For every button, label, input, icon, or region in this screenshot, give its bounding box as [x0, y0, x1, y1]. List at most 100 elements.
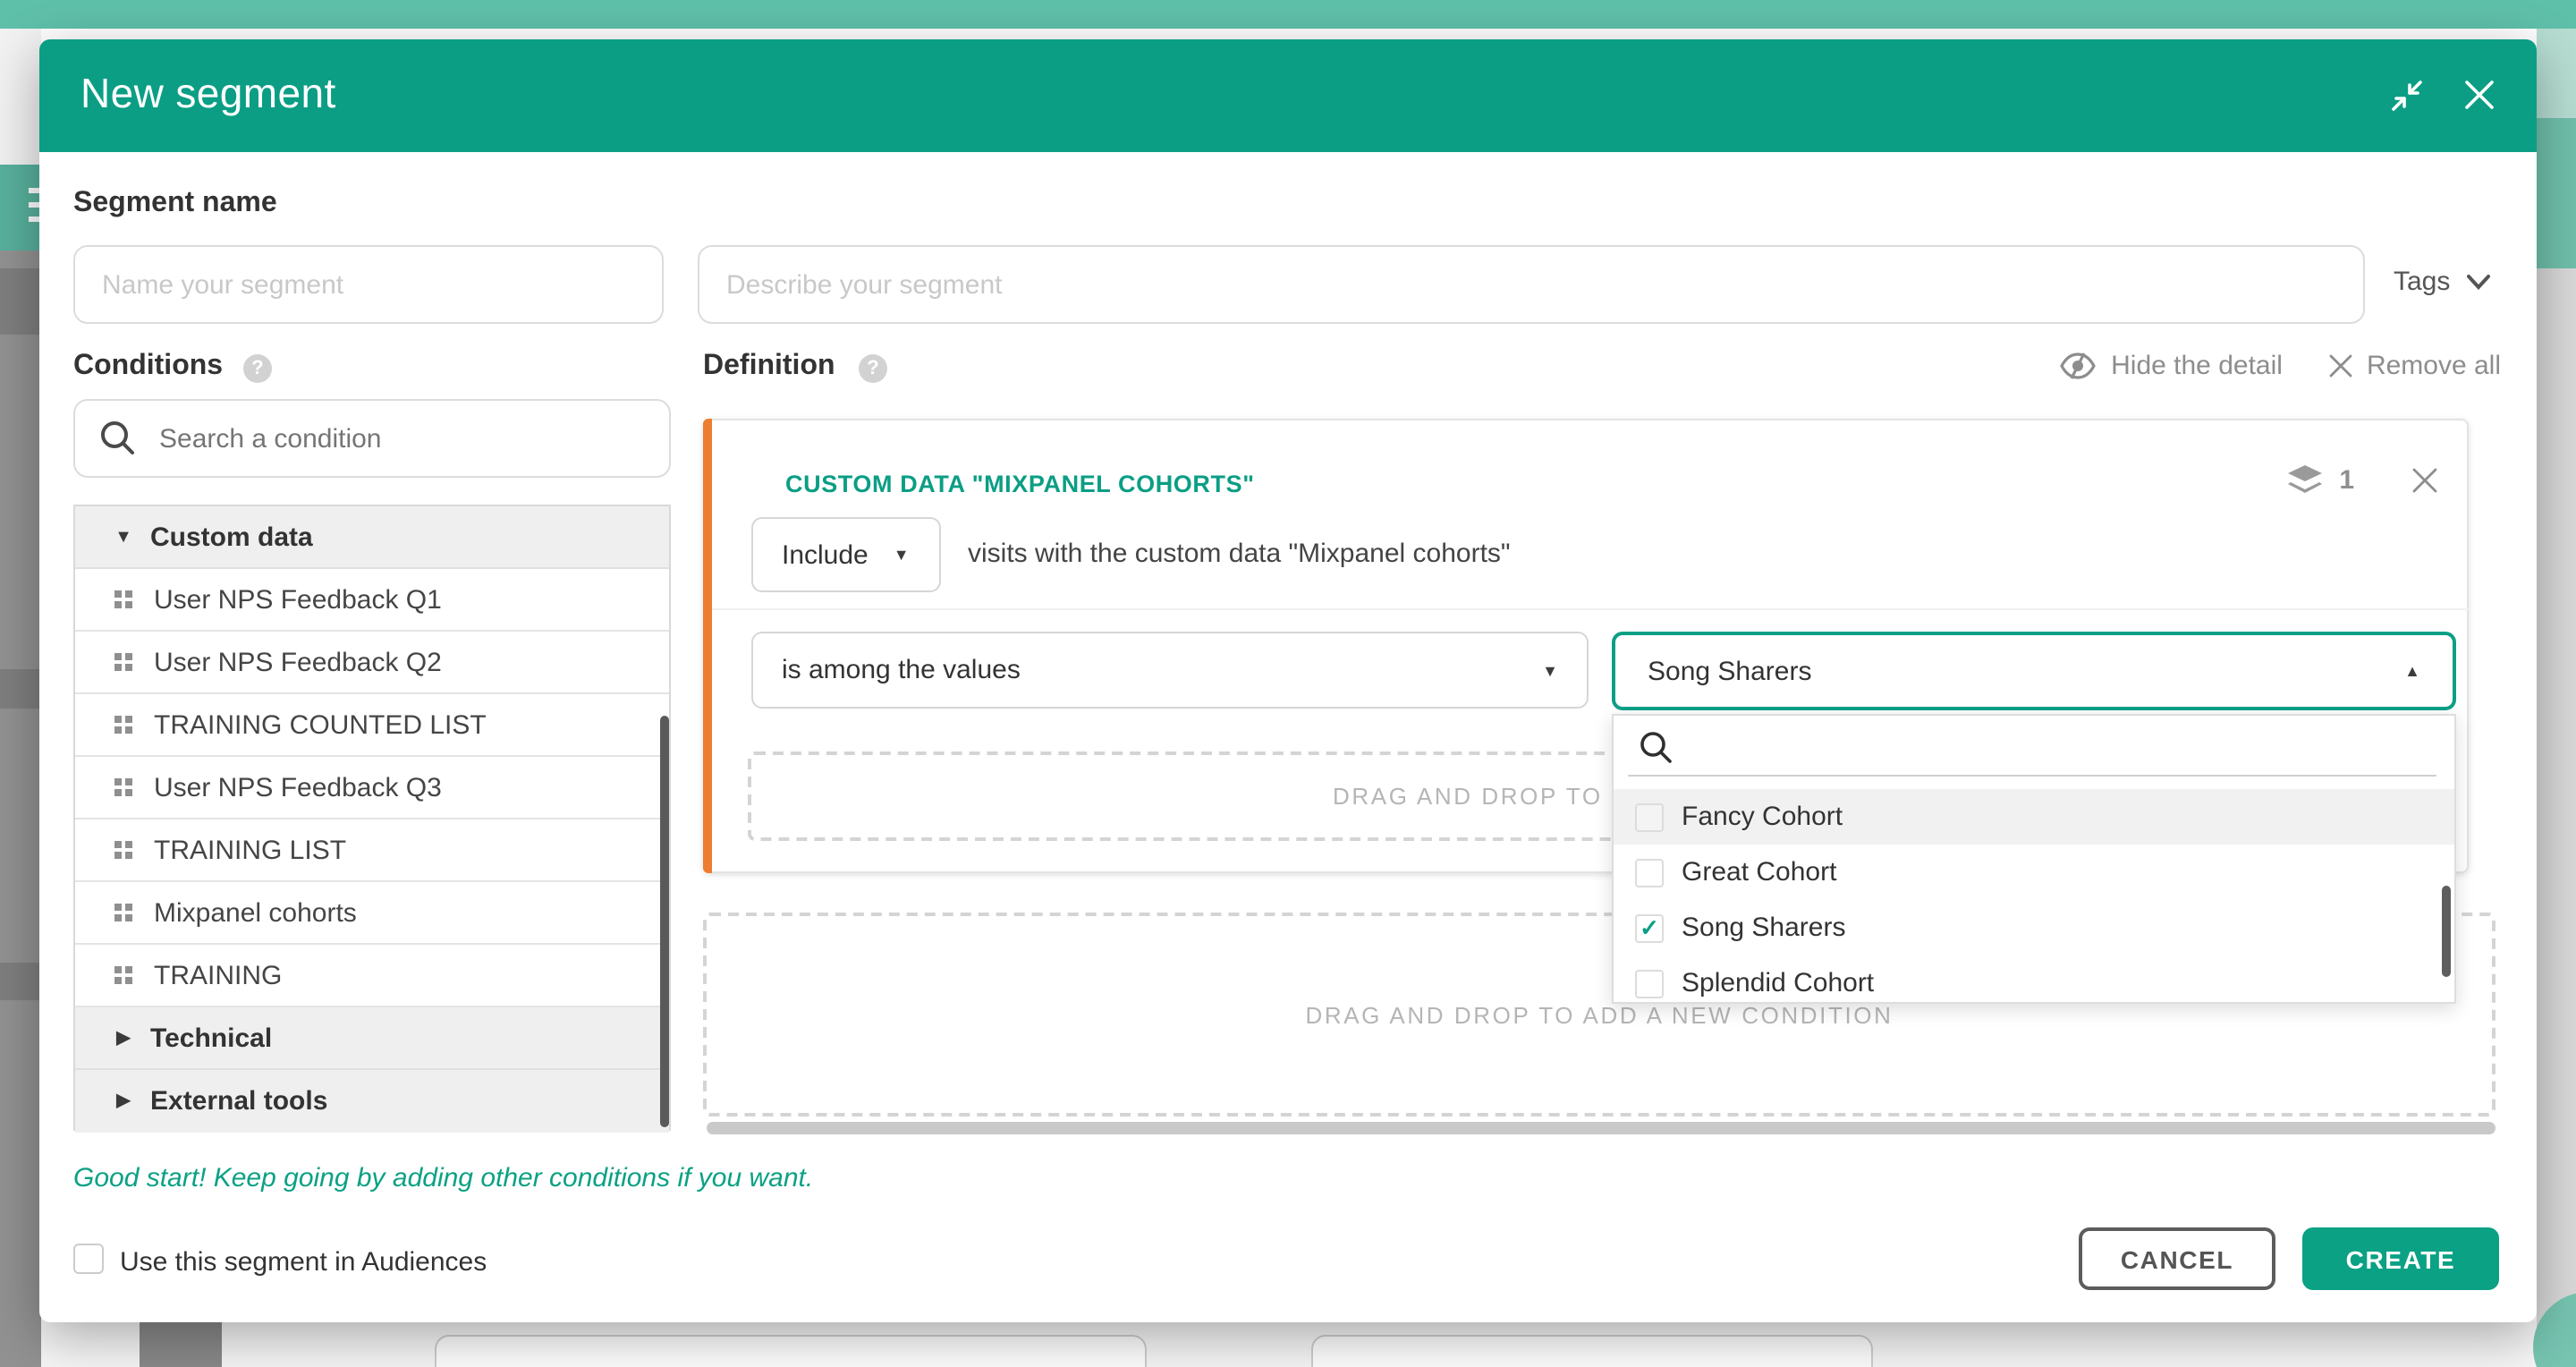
checkbox-unchecked[interactable]	[1635, 858, 1664, 887]
app-topbar	[0, 0, 2576, 29]
dropdown-divider	[1628, 775, 2436, 777]
modal-header: New segment	[39, 39, 2537, 152]
condition-item[interactable]: TRAINING COUNTED LIST	[75, 694, 669, 757]
drag-handle-icon	[114, 966, 132, 984]
include-dropdown[interactable]: Include ▼	[751, 517, 941, 592]
condition-label: Mixpanel cohorts	[154, 897, 357, 928]
encouragement-hint: Good start! Keep going by adding other c…	[73, 1163, 813, 1193]
backdrop-right-top	[2537, 29, 2576, 118]
condition-count: 1	[2339, 465, 2354, 496]
segment-name-input[interactable]	[73, 245, 664, 324]
values-search-input[interactable]	[1689, 723, 2404, 769]
condition-label: TRAINING COUNTED LIST	[154, 709, 487, 740]
option-label: Great Cohort	[1682, 857, 1836, 887]
create-button[interactable]: CREATE	[2302, 1227, 2499, 1290]
sidebar-menu-button[interactable]	[0, 165, 41, 250]
caret-down-icon: ▼	[97, 527, 150, 547]
audiences-label: Use this segment in Audiences	[120, 1247, 487, 1278]
option-fancy-cohort[interactable]: Fancy Cohort	[1614, 789, 2454, 845]
section-technical[interactable]: ▶ Technical	[75, 1007, 669, 1070]
search-icon	[98, 419, 138, 458]
include-value: Include	[782, 539, 869, 570]
section-label: Custom data	[150, 522, 313, 552]
drag-handle-icon	[114, 904, 132, 921]
operator-dropdown[interactable]: is among the values ▼	[751, 632, 1589, 709]
cancel-button[interactable]: CANCEL	[2079, 1227, 2275, 1290]
conditions-list: ▼ Custom data User NPS Feedback Q1 User …	[73, 505, 671, 1131]
collapse-icon[interactable]	[2390, 78, 2424, 112]
card-divider	[712, 608, 2469, 610]
drag-handle-icon	[114, 653, 132, 671]
definition-title: Definition	[703, 351, 835, 383]
app-sidebar	[0, 250, 41, 1367]
hide-detail-label: Hide the detail	[2111, 351, 2283, 381]
section-custom-data[interactable]: ▼ Custom data	[75, 506, 669, 569]
backdrop-right	[2537, 268, 2576, 1367]
drag-handle-icon	[114, 778, 132, 796]
check-icon: ✓	[1640, 916, 1659, 939]
new-segment-modal: New segment Segment name Tags	[39, 39, 2537, 1322]
sidebar-item	[0, 268, 41, 335]
operator-value: is among the values	[782, 655, 1021, 685]
condition-item[interactable]: User NPS Feedback Q2	[75, 632, 669, 694]
card-accent-bar	[703, 419, 712, 873]
condition-search[interactable]	[73, 399, 671, 478]
option-label: Song Sharers	[1682, 913, 1845, 943]
conditions-title: Conditions	[73, 351, 223, 383]
drag-handle-icon	[114, 841, 132, 859]
drag-handle-icon	[114, 716, 132, 734]
section-external-tools[interactable]: ▶ External tools	[75, 1070, 669, 1133]
checkbox-unchecked[interactable]	[1635, 802, 1664, 831]
layers-icon	[2285, 463, 2323, 497]
close-icon[interactable]	[2462, 77, 2497, 113]
values-dropdown-panel: Fancy Cohort Great Cohort ✓ Song Sharers…	[1612, 714, 2456, 1004]
condition-label: User NPS Feedback Q1	[154, 584, 442, 615]
condition-item[interactable]: Mixpanel cohorts	[75, 882, 669, 945]
values-dropdown[interactable]: Song Sharers ▲	[1612, 632, 2456, 710]
option-great-cohort[interactable]: Great Cohort	[1614, 845, 2454, 900]
caret-right-icon: ▶	[97, 1091, 150, 1111]
close-icon	[2329, 354, 2352, 378]
backdrop-card	[435, 1335, 1147, 1367]
tags-dropdown[interactable]: Tags	[2394, 267, 2489, 297]
condition-label: User NPS Feedback Q2	[154, 647, 442, 677]
segment-name-label: Segment name	[73, 188, 277, 220]
condition-label: User NPS Feedback Q3	[154, 772, 442, 802]
caret-right-icon: ▶	[97, 1028, 150, 1048]
remove-all-label: Remove all	[2367, 351, 2501, 381]
caret-up-icon: ▲	[2404, 662, 2420, 680]
condition-search-input[interactable]	[159, 423, 642, 454]
backdrop-card	[1311, 1335, 1873, 1367]
audiences-checkbox[interactable]	[73, 1244, 104, 1274]
hide-detail-button[interactable]: Hide the detail	[2059, 351, 2283, 381]
conditions-scrollbar[interactable]	[660, 716, 669, 1127]
condition-item[interactable]: User NPS Feedback Q3	[75, 757, 669, 819]
backdrop-bottom-block	[140, 1320, 222, 1367]
option-splendid-cohort[interactable]: Splendid Cohort	[1614, 955, 2454, 1011]
option-label: Fancy Cohort	[1682, 802, 1843, 832]
backdrop-bottom	[41, 1320, 2537, 1367]
remove-all-button[interactable]: Remove all	[2329, 351, 2501, 381]
remove-condition-icon[interactable]	[2411, 467, 2438, 494]
condition-label: TRAINING	[154, 960, 282, 990]
help-icon[interactable]: ?	[859, 354, 887, 383]
condition-item[interactable]: TRAINING LIST	[75, 819, 669, 882]
drag-handle-icon	[114, 590, 132, 608]
chevron-down-icon	[2466, 274, 2489, 290]
sidebar-item	[0, 669, 41, 709]
section-label: External tools	[150, 1086, 327, 1117]
sidebar-item	[0, 963, 41, 1000]
condition-item[interactable]: TRAINING	[75, 945, 669, 1007]
caret-down-icon: ▼	[1542, 661, 1558, 679]
dropdown-scrollbar[interactable]	[2442, 886, 2451, 977]
modal-title: New segment	[80, 70, 336, 118]
condition-item[interactable]: User NPS Feedback Q1	[75, 569, 669, 632]
include-description: visits with the custom data "Mixpanel co…	[968, 539, 1511, 569]
segment-description-input[interactable]	[698, 245, 2365, 324]
help-icon[interactable]: ?	[243, 354, 272, 383]
option-song-sharers[interactable]: ✓ Song Sharers	[1614, 900, 2454, 955]
checkbox-checked[interactable]: ✓	[1635, 913, 1664, 942]
backdrop-right-teal	[2537, 118, 2576, 268]
horizontal-scrollbar[interactable]	[707, 1122, 2496, 1134]
checkbox-unchecked[interactable]	[1635, 969, 1664, 998]
